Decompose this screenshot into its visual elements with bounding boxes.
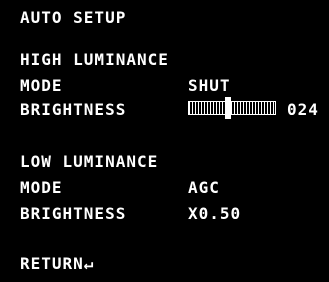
low-brightness-value[interactable]: X0.50 <box>188 204 241 224</box>
high-luminance-header: HIGH LUMINANCE <box>20 50 169 69</box>
low-luminance-header: LOW LUMINANCE <box>20 152 159 171</box>
high-brightness-value: 024 <box>287 100 319 119</box>
low-mode-label[interactable]: MODE <box>20 178 63 198</box>
high-brightness-slider-knob[interactable] <box>224 97 231 119</box>
high-mode-value[interactable]: SHUT <box>188 76 231 96</box>
high-mode-label[interactable]: MODE <box>20 76 63 96</box>
osd-menu: AUTO SETUP HIGH LUMINANCE MODE SHUT BRIG… <box>0 0 329 282</box>
high-brightness-slider[interactable] <box>188 101 276 115</box>
low-brightness-label[interactable]: BRIGHTNESS <box>20 204 126 224</box>
low-mode-value[interactable]: AGC <box>188 178 220 198</box>
return-button[interactable]: RETURN↵ <box>20 254 94 274</box>
high-brightness-label[interactable]: BRIGHTNESS <box>20 100 126 120</box>
menu-title: AUTO SETUP <box>20 8 127 27</box>
